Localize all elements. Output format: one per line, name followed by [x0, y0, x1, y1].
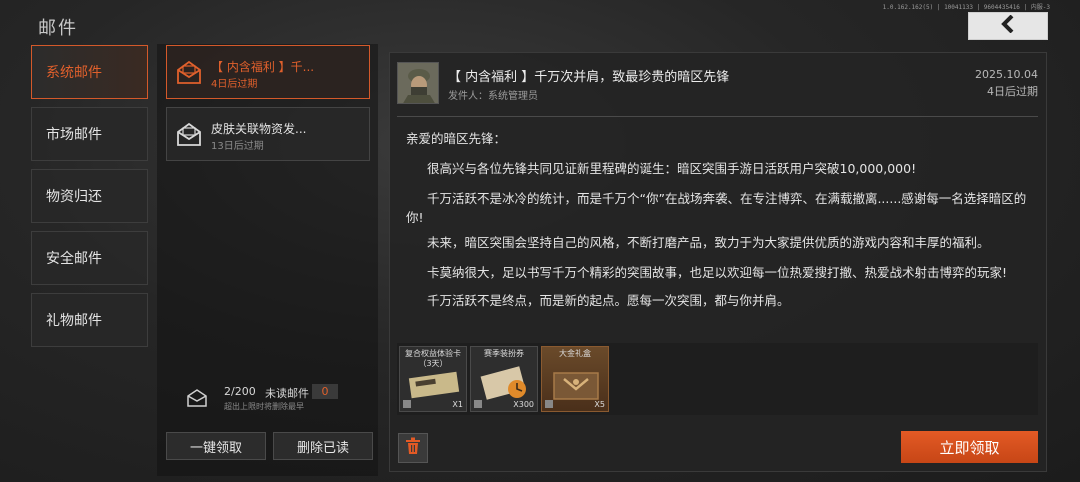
reward-qty: X1	[452, 400, 463, 409]
mail-item-skin-supply[interactable]: 皮肤关联物资发... 13日后过期	[166, 107, 370, 161]
claim-all-button[interactable]: 一键领取	[166, 432, 266, 460]
mailbox-limit-hint: 超出上限时将删除最早	[224, 402, 304, 411]
open-envelope-icon	[175, 58, 203, 86]
category-label: 礼物邮件	[46, 313, 102, 329]
category-security-mail[interactable]: 安全邮件	[31, 231, 148, 285]
mail-paragraph: 未来，暗区突围会坚持自己的风格，不断打磨产品，致力于为大家提供优质的游戏内容和丰…	[427, 235, 990, 250]
reward-item-season-coupon[interactable]: 赛季装扮券 X300	[470, 346, 538, 412]
open-envelope-icon	[175, 120, 203, 148]
reward-item-benefit-card[interactable]: 复合权益体验卡（3天） X1	[399, 346, 467, 412]
gift-box-icon	[553, 372, 599, 400]
unread-count-badge: 0	[312, 384, 338, 399]
reward-qty: X5	[594, 400, 605, 409]
ticket-card-icon	[408, 371, 460, 399]
delete-read-button[interactable]: 删除已读	[273, 432, 373, 460]
reward-name: 大金礼盒	[559, 349, 591, 358]
category-gift-mail[interactable]: 礼物邮件	[31, 293, 148, 347]
coupon-clock-icon	[480, 366, 526, 400]
mail-item-welfare[interactable]: 【 内含福利 】千... 4日后过期	[166, 45, 370, 99]
mail-greeting: 亲爱的暗区先锋：	[406, 131, 507, 146]
unread-label: 未读邮件	[265, 387, 309, 400]
mail-paragraph: 千万活跃不是冰冷的统计，而是千万个“你”在战场奔袭、在专注博弈、在满载撤离...…	[406, 191, 1027, 225]
reward-item-gold-box[interactable]: 大金礼盒 X5	[541, 346, 609, 412]
chevron-left-icon	[1000, 14, 1016, 37]
mail-paragraph: 很高兴与各位先锋共同见证新里程碑的诞生：暗区突围手游日活跃用户突破10,000,…	[427, 161, 917, 176]
mail-expire: 13日后过期	[211, 141, 264, 152]
mail-title: 皮肤关联物资发...	[211, 122, 307, 136]
category-market-mail[interactable]: 市场邮件	[31, 107, 148, 161]
trash-icon	[405, 437, 421, 459]
sender-avatar	[397, 62, 439, 104]
item-box-icon	[474, 400, 482, 408]
category-system-mail[interactable]: 系统邮件	[31, 45, 148, 99]
mail-sender: 发件人：系统管理员	[448, 91, 538, 102]
mail-title: 【 内含福利 】千...	[211, 60, 315, 74]
mail-paragraph: 千万活跃不是终点，而是新的起点。愿每一次突围，都与你并肩。	[427, 293, 790, 308]
envelope-icon	[187, 389, 207, 407]
reward-qty: X300	[513, 400, 534, 409]
category-label: 系统邮件	[46, 65, 102, 81]
mail-paragraph: 卡莫纳很大，足以书写千万个精彩的突围故事，也足以欢迎每一位热爱搜打撤、热爱战术射…	[427, 265, 1008, 280]
mail-detail-expire: 4日后过期	[987, 85, 1038, 98]
category-supply-return[interactable]: 物资归还	[31, 169, 148, 223]
claim-now-button[interactable]: 立即领取	[901, 431, 1038, 463]
item-box-icon	[403, 400, 411, 408]
divider	[397, 116, 1038, 117]
reward-name: 赛季装扮券	[484, 349, 524, 358]
mailbox-status: 2/200 未读邮件 0 超出上限时将删除最早	[157, 377, 378, 417]
item-box-icon	[545, 400, 553, 408]
mail-count: 2/200	[224, 385, 256, 398]
page-title: 邮件	[38, 18, 78, 39]
version-text: 1.0.162.162(5) | 10041133 | 9604435416 |…	[882, 4, 1050, 11]
mail-expire: 4日后过期	[211, 79, 258, 90]
mail-date: 2025.10.04	[975, 68, 1038, 81]
delete-mail-button[interactable]	[398, 433, 428, 463]
category-label: 市场邮件	[46, 127, 102, 143]
category-label: 安全邮件	[46, 251, 102, 267]
mail-detail-title: 【 内含福利 】千万次并肩，致最珍贵的暗区先锋	[448, 70, 730, 85]
back-button[interactable]	[968, 12, 1048, 40]
top-bar: 邮件 1.0.162.162(5) | 10041133 | 960443541…	[0, 0, 1080, 44]
category-label: 物资归还	[46, 189, 102, 205]
